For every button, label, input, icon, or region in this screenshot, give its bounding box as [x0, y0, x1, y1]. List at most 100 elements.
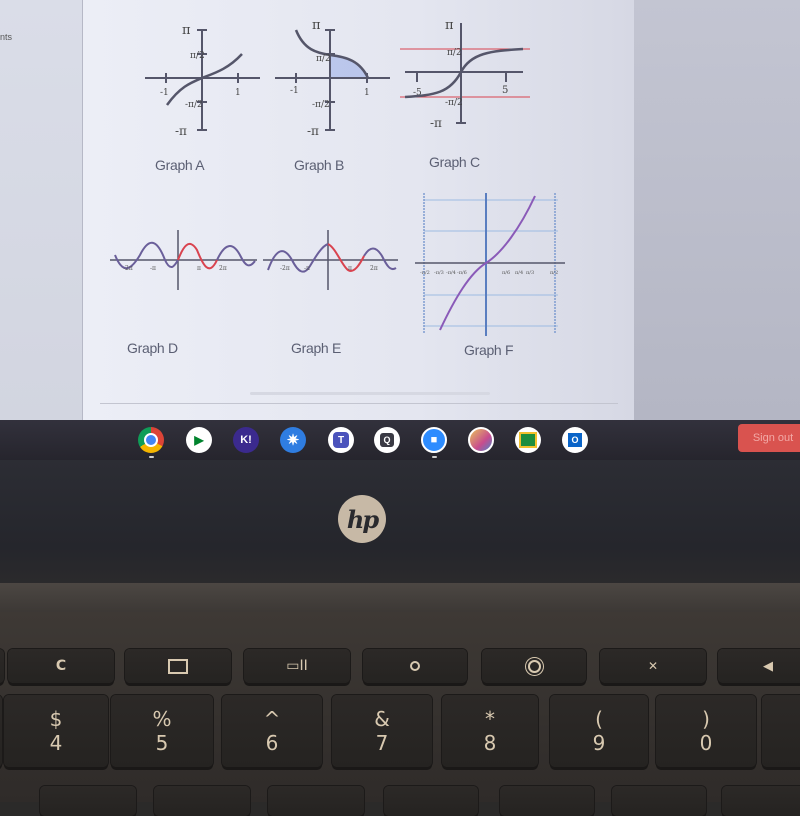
refresh-icon: C — [55, 658, 67, 674]
graph-b-ytick-negpi: -π — [307, 124, 319, 138]
hp-logo: hp — [338, 495, 386, 543]
key-minus-partial[interactable] — [762, 695, 800, 767]
graph-f-xtick-negpi2: -π/2 — [420, 270, 430, 276]
sign-out-button[interactable]: Sign out — [738, 424, 800, 452]
kahoot-icon[interactable]: K! — [233, 427, 259, 453]
key-4[interactable]: $4 — [4, 695, 108, 767]
google-meet-icon[interactable]: ▶ — [186, 427, 212, 453]
key-y-partial[interactable] — [384, 786, 478, 816]
quizlet-icon[interactable]: Q — [374, 427, 400, 453]
key-8-label: 8 — [483, 731, 497, 755]
graph-e-label: Graph E — [291, 340, 342, 356]
key-6-label: 6 — [265, 731, 279, 755]
key-7-label: 7 — [375, 731, 389, 755]
graph-f-label: Graph F — [464, 342, 514, 358]
graph-a-ytick-pi2: π/2 — [190, 51, 205, 61]
key-7[interactable]: & 7 — [332, 695, 432, 767]
graph-e-xtick-negpi: -π — [304, 265, 310, 272]
graph-a-ytick-negpi2: -π/2 — [185, 100, 203, 110]
teams-glyph: T — [333, 432, 349, 448]
key-5[interactable]: % 5 — [111, 695, 213, 767]
key-r-partial[interactable] — [154, 786, 250, 816]
graph-a-label: Graph A — [155, 157, 205, 173]
quizlet-glyph: Q — [380, 433, 394, 447]
classroom-glyph — [519, 432, 537, 448]
volume-down-key[interactable]: ◀ — [718, 649, 800, 683]
key-t-partial[interactable] — [268, 786, 364, 816]
starburst-app-icon[interactable]: ✷ — [280, 427, 306, 453]
key-8[interactable]: * 8 — [442, 695, 538, 767]
key-o-partial[interactable] — [722, 786, 800, 816]
graph-f[interactable]: -π/2 -π/3 -π/4 -π/6 π/6 π/4 π/3 π/2 — [410, 188, 570, 343]
graph-f-xtick-negpi6: -π/6 — [457, 270, 467, 276]
graph-a-ytick-negpi: -π — [175, 124, 187, 138]
scroll-hint[interactable] — [250, 392, 490, 395]
key-9-shift-label: ( — [595, 707, 603, 731]
graph-b-xtick-neg1: -1 — [290, 86, 299, 96]
microsoft-teams-icon[interactable]: T — [328, 427, 354, 453]
key-u-partial[interactable] — [500, 786, 594, 816]
graph-d[interactable]: -2π -π π 2π — [105, 225, 265, 295]
graph-e[interactable]: -2π -π π 2π — [258, 228, 408, 298]
graph-a-curve — [165, 53, 243, 106]
key-9-label: 9 — [592, 731, 606, 755]
key-4-label: 4 — [49, 731, 63, 755]
brightness-up-icon — [527, 659, 541, 673]
brightness-down-icon — [410, 661, 420, 671]
volume-down-icon: ◀ — [763, 658, 773, 674]
graph-c-xtick-5: 5 — [502, 85, 508, 96]
google-classroom-icon[interactable] — [515, 427, 541, 453]
key-3-partial[interactable] — [0, 695, 2, 767]
escape-key-partial[interactable] — [0, 649, 4, 683]
graph-b-ytick-pi: π — [312, 18, 321, 33]
laptop-hinge — [0, 583, 800, 613]
graph-f-xtick-pi2: π/2 — [550, 270, 558, 276]
graph-c-ytick-negpi: -π — [430, 116, 442, 130]
graph-a-ytick-pi: π — [182, 23, 191, 38]
key-4-shift-label: $ — [49, 707, 63, 731]
mute-key[interactable]: ✕ — [600, 649, 706, 683]
graph-f-xtick-pi4: π/4 — [515, 270, 523, 276]
graph-f-xtick-negpi4: -π/4 — [446, 270, 456, 276]
graph-d-label: Graph D — [127, 340, 178, 356]
photo-app-icon[interactable] — [468, 427, 494, 453]
graph-c-xtick-neg5: -5 — [413, 88, 422, 98]
graph-a-xtick-1: 1 — [235, 88, 241, 98]
fullscreen-icon — [168, 658, 188, 674]
fullscreen-key[interactable] — [125, 649, 231, 683]
key-0[interactable]: ) 0 — [656, 695, 756, 767]
mute-icon: ✕ — [647, 659, 659, 673]
outlook-icon[interactable]: O — [562, 427, 588, 453]
outlook-glyph: O — [568, 433, 582, 447]
key-e-partial[interactable] — [40, 786, 136, 816]
brightness-up-key[interactable] — [482, 649, 586, 683]
laptop-bezel — [0, 460, 800, 585]
graph-d-xtick-2pi: 2π — [219, 265, 227, 272]
content-bottom-divider — [100, 403, 618, 404]
graph-a[interactable]: π π/2 -π/2 -π -1 1 — [140, 15, 265, 140]
brightness-down-key[interactable] — [363, 649, 467, 683]
key-6-shift-label: ^ — [263, 707, 281, 731]
screen: nts π π/2 -π/2 -π -1 1 Graph A π π/2 -π/… — [0, 0, 800, 420]
refresh-key[interactable]: C — [8, 649, 114, 683]
graph-c[interactable]: π π/2 -π/2 -π -5 5 — [395, 15, 535, 140]
key-0-shift-label: ) — [702, 707, 710, 731]
graph-e-xtick-neg2pi: -2π — [280, 265, 290, 272]
key-5-shift-label: % — [152, 707, 172, 731]
chrome-icon[interactable] — [138, 427, 164, 453]
graph-e-xtick-2pi: 2π — [370, 265, 378, 272]
graph-b-xtick-1: 1 — [364, 88, 370, 98]
graph-e-highlight-curve — [327, 243, 365, 272]
zoom-icon[interactable]: ■ — [421, 427, 447, 453]
sidebar-truncated-text: nts — [0, 32, 13, 42]
graph-f-xtick-negpi3: -π/3 — [434, 270, 444, 276]
graph-d-xtick-negpi: -π — [150, 265, 156, 272]
key-0-label: 0 — [699, 731, 713, 755]
key-9[interactable]: (9 — [550, 695, 648, 767]
overview-key[interactable]: ▭II — [244, 649, 350, 683]
graph-b[interactable]: π π/2 -π/2 -π -1 1 — [272, 15, 397, 140]
key-6[interactable]: ^ 6 — [222, 695, 322, 767]
graph-c-ytick-pi2: π/2 — [447, 48, 462, 58]
key-i-partial[interactable] — [612, 786, 706, 816]
os-shelf: ▶ K! ✷ T Q ■ O — [0, 420, 800, 460]
